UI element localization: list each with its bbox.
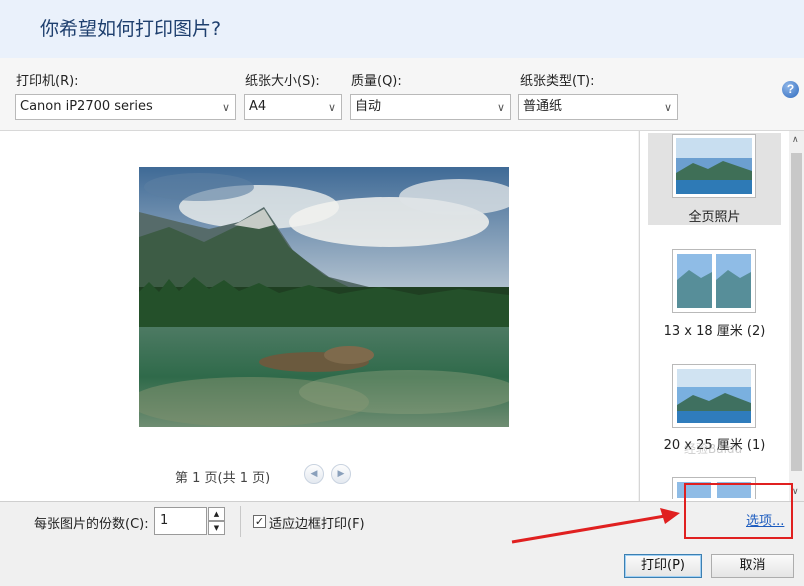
paper-type-value: 普通纸 xyxy=(523,99,563,114)
layout-thumb-20x25[interactable] xyxy=(672,364,756,428)
caret-up-icon: ▲ xyxy=(213,510,220,518)
landscape-thumbnail xyxy=(677,254,751,308)
quality-label: 质量(Q): xyxy=(351,74,402,89)
highlight-box xyxy=(684,483,793,539)
copies-value: 1 xyxy=(160,513,169,528)
print-button[interactable]: 打印(P) xyxy=(624,554,702,578)
layout-scrollbar[interactable]: ∧ ∨ xyxy=(789,131,804,501)
arrow-right-icon: ▶ xyxy=(337,469,345,479)
quality-value: 自动 xyxy=(355,99,382,114)
chevron-up-icon[interactable]: ∧ xyxy=(792,135,799,145)
arrow-left-icon: ◀ xyxy=(310,469,318,479)
page-indicator: 第 1 页(共 1 页) xyxy=(175,471,271,486)
chevron-down-icon: ∨ xyxy=(221,101,230,114)
fit-frame-checkbox[interactable]: ✓ xyxy=(253,515,266,528)
decrement-button[interactable]: ▼ xyxy=(208,521,225,535)
caret-down-icon: ▼ xyxy=(213,524,220,532)
paper-size-label: 纸张大小(S): xyxy=(245,74,320,89)
printer-value: Canon iP2700 series xyxy=(20,99,153,114)
previous-page-button[interactable]: ◀ xyxy=(304,464,324,484)
help-icon[interactable]: ? xyxy=(782,81,799,98)
paper-size-value: A4 xyxy=(249,99,267,114)
dialog-title: 你希望如何打印图片? xyxy=(40,18,222,40)
cancel-button[interactable]: 取消 xyxy=(711,554,794,578)
divider xyxy=(240,506,241,537)
layout-label: 13 x 18 厘米 (2) xyxy=(663,324,766,339)
landscape-thumbnail xyxy=(677,369,751,423)
increment-button[interactable]: ▲ xyxy=(208,507,225,521)
paper-type-label: 纸张类型(T): xyxy=(520,74,595,89)
check-icon: ✓ xyxy=(254,515,265,528)
preview-photo xyxy=(139,167,509,427)
quality-select[interactable]: 自动 ∨ xyxy=(350,94,511,120)
landscape-thumbnail xyxy=(676,138,752,194)
paper-size-select[interactable]: A4 ∨ xyxy=(244,94,342,120)
annotation-arrow xyxy=(511,508,680,544)
layout-thumb-full-page[interactable] xyxy=(672,134,756,198)
paper-type-select[interactable]: 普通纸 ∨ xyxy=(518,94,678,120)
printer-select[interactable]: Canon iP2700 series ∨ xyxy=(15,94,236,120)
scrollbar-thumb[interactable] xyxy=(791,153,802,471)
copies-input[interactable]: 1 xyxy=(154,507,207,535)
chevron-down-icon: ∨ xyxy=(327,101,336,114)
printer-label: 打印机(R): xyxy=(16,74,79,89)
next-page-button[interactable]: ▶ xyxy=(331,464,351,484)
chevron-down-icon: ∨ xyxy=(663,101,672,114)
layout-label: 全页照片 xyxy=(688,210,741,225)
copies-label: 每张图片的份数(C): xyxy=(34,517,149,532)
chevron-down-icon: ∨ xyxy=(496,101,505,114)
fit-frame-label[interactable]: 适应边框打印(F) xyxy=(269,513,365,532)
layout-thumb-13x18[interactable] xyxy=(672,249,756,313)
watermark-text: 经验Baidu xyxy=(684,442,743,456)
